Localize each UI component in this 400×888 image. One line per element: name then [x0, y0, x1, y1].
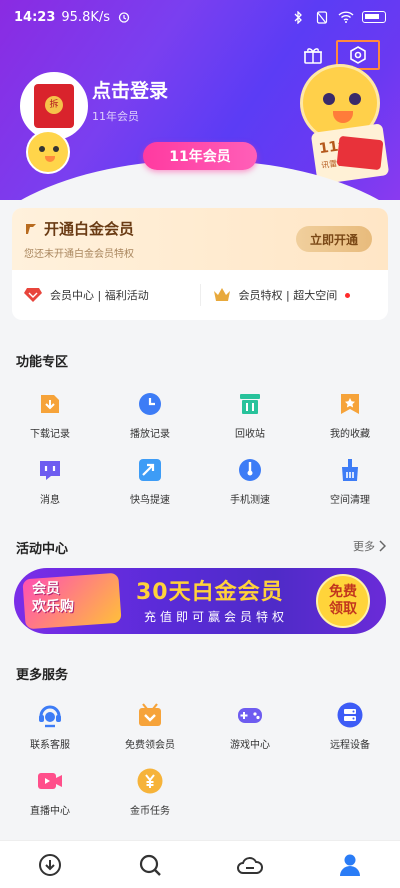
alarm-icon [116, 10, 132, 24]
speed-boost-button[interactable]: 快鸟提速 [100, 457, 200, 523]
activity-banner[interactable]: 会员 欢乐购 30天白金会员 充值即可赢会员特权 免费 领取 [14, 568, 386, 634]
login-link[interactable]: 点击登录 [92, 76, 168, 103]
battery-icon [362, 11, 386, 23]
play-record-button[interactable]: 播放记录 [100, 391, 200, 457]
chevron-right-icon [379, 540, 386, 552]
red-packet-icon [336, 135, 384, 171]
network-speed: 95.8K/s [61, 9, 111, 25]
profile-header: 14:23 95.8K/s 点击登录 11年会员 [0, 0, 400, 200]
activity-more-link[interactable]: 更多 [353, 538, 386, 554]
live-center-icon [37, 768, 63, 794]
free-vip-button[interactable]: 免费领会员 [100, 702, 200, 768]
space-clean-icon [337, 457, 363, 483]
membership-years: 11年会员 [92, 110, 139, 123]
member-badge[interactable]: 11年会员 [143, 142, 257, 170]
crown-icon [213, 288, 230, 301]
free-vip-icon [137, 702, 163, 728]
download-record-icon [37, 391, 63, 417]
search-icon [139, 854, 161, 876]
status-bar: 14:23 95.8K/s [0, 0, 400, 34]
red-envelope-icon [34, 84, 74, 128]
game-center-icon [237, 702, 263, 728]
activity-title: 活动中心 [16, 542, 69, 557]
remote-device-icon [337, 702, 363, 728]
nav-profile[interactable] [300, 841, 400, 888]
member-center-link[interactable]: 会员中心 | 福利活动 [12, 287, 200, 303]
vip-card: 开通白金会员 您还未开通白金会员特权 立即开通 会员中心 | 福利活动 会员特权… [12, 208, 388, 320]
banner-subline: 充值即可赢会员特权 [144, 610, 289, 624]
gift-icon[interactable] [300, 42, 326, 68]
bluetooth-icon [290, 10, 306, 24]
favorites-icon [337, 391, 363, 417]
settings-icon [350, 46, 366, 64]
play-record-icon [137, 391, 163, 417]
profile-icon [340, 854, 360, 876]
banner-headline: 30天白金会员 [136, 580, 284, 605]
recycle-bin-button[interactable]: 回收站 [200, 391, 300, 457]
game-center-button[interactable]: 游戏中心 [200, 702, 300, 768]
nav-download[interactable] [0, 841, 100, 888]
member-privilege-link[interactable]: 会员特权 | 超大空间 [201, 287, 389, 303]
live-center-button[interactable]: 直播中心 [0, 768, 100, 834]
free-claim-badge[interactable]: 免费 领取 [316, 574, 370, 628]
favorites-button[interactable]: 我的收藏 [300, 391, 400, 457]
download-icon [39, 853, 61, 876]
speed-boost-icon [137, 457, 163, 483]
speed-test-button[interactable]: 手机测速 [200, 457, 300, 523]
diamond-icon [24, 288, 42, 302]
platinum-logo-icon [24, 222, 38, 236]
avatar[interactable] [20, 72, 88, 140]
nav-search[interactable] [100, 841, 200, 888]
services-title: 更多服务 [16, 668, 69, 683]
customer-service-button[interactable]: 联系客服 [0, 702, 100, 768]
status-time: 14:23 [14, 9, 56, 25]
coin-task-icon [137, 768, 163, 794]
download-record-button[interactable]: 下载记录 [0, 391, 100, 457]
message-button[interactable]: 消息 [0, 457, 100, 523]
remote-device-button[interactable]: 远程设备 [300, 702, 400, 768]
nav-cloud[interactable] [200, 841, 300, 888]
recycle-bin-icon [237, 391, 263, 417]
customer-service-icon [37, 702, 63, 728]
notification-dot [345, 292, 351, 298]
bottom-nav [0, 840, 400, 888]
chick-mascot-icon [26, 130, 70, 174]
services-grid: 联系客服 免费领会员 游戏中心 远程设备 直播中心 金币任务 [0, 702, 400, 834]
speed-test-icon [237, 457, 263, 483]
no-sim-icon [314, 10, 330, 24]
message-icon [37, 457, 63, 483]
coin-task-button[interactable]: 金币任务 [100, 768, 200, 834]
vip-title: 开通白金会员 [44, 220, 135, 238]
open-vip-button[interactable]: 立即开通 [296, 226, 372, 252]
features-title: 功能专区 [16, 355, 69, 370]
banner-left-text: 会员 欢乐购 [32, 581, 74, 615]
wifi-icon [338, 10, 354, 24]
features-grid: 下载记录 播放记录 回收站 我的收藏 消息 快鸟提速 手机测速 空间清理 [0, 391, 400, 523]
space-clean-button[interactable]: 空间清理 [300, 457, 400, 523]
cloud-icon [237, 856, 263, 874]
